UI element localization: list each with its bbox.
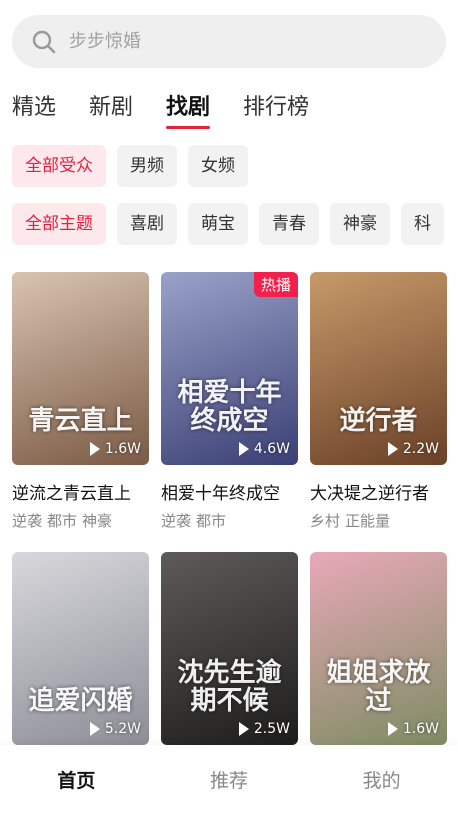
play-count-value: 5.2W: [104, 721, 141, 737]
poster-title-art: 相爱十年终成空: [177, 378, 282, 436]
drama-card[interactable]: 追爱闪婚 5.2W: [12, 552, 149, 745]
tab-xinju[interactable]: 新剧: [89, 92, 133, 124]
poster-title-art: 沈先生逾期不候: [177, 658, 282, 716]
drama-tags: 乡村 正能量: [310, 510, 447, 531]
filter-tycoon[interactable]: 神豪: [330, 203, 390, 245]
play-count: 2.2W: [387, 441, 439, 457]
play-icon: [387, 722, 398, 736]
drama-tag: 逆袭: [12, 512, 43, 530]
poster-title-art: 姐姐求放过: [326, 658, 431, 716]
nav-recommend[interactable]: 推荐: [153, 766, 305, 793]
hot-badge: 热播: [253, 272, 298, 297]
drama-tag: 神豪: [82, 512, 113, 530]
drama-tags: 逆袭 都市 神豪: [12, 510, 149, 531]
filter-scifi[interactable]: 科: [401, 203, 444, 245]
filter-youth[interactable]: 青春: [259, 203, 319, 245]
filter-male[interactable]: 男频: [117, 145, 177, 187]
drama-tag: 乡村: [310, 512, 341, 530]
play-count-value: 2.5W: [253, 721, 290, 737]
filter-comedy[interactable]: 喜剧: [117, 203, 177, 245]
drama-poster: 青云直上 1.6W: [12, 272, 149, 465]
play-icon: [238, 722, 249, 736]
theme-filter: 全部主题 喜剧 萌宝 青春 神豪 科: [12, 203, 458, 245]
drama-poster: 热播 相爱十年终成空 4.6W: [161, 272, 298, 465]
poster-title-art: 追爱闪婚: [28, 686, 133, 716]
drama-poster: 沈先生逾期不候 2.5W: [161, 552, 298, 745]
drama-title: 大决堤之逆行者: [310, 484, 429, 504]
poster-title-art: 逆行者: [339, 406, 418, 436]
nav-home[interactable]: 首页: [0, 766, 152, 793]
play-count: 1.6W: [387, 721, 439, 737]
drama-tag: 都市: [196, 512, 227, 530]
drama-card[interactable]: 姐姐求放过 1.6W: [310, 552, 447, 745]
drama-title: 相爱十年终成空: [161, 484, 280, 504]
drama-card[interactable]: 逆行者 2.2W 大决堤之逆行者 乡村 正能量: [310, 272, 447, 531]
poster-title-art: 青云直上: [28, 406, 133, 436]
drama-card[interactable]: 热播 相爱十年终成空 4.6W 相爱十年终成空 逆袭 都市: [161, 272, 298, 531]
filter-female[interactable]: 女频: [188, 145, 248, 187]
search-bar[interactable]: [12, 15, 446, 68]
drama-card[interactable]: 沈先生逾期不候 2.5W: [161, 552, 298, 745]
play-count-value: 4.6W: [253, 441, 290, 457]
filter-all-themes[interactable]: 全部主题: [12, 203, 106, 245]
play-count-value: 1.6W: [104, 441, 141, 457]
filter-all-audience[interactable]: 全部受众: [12, 145, 106, 187]
top-tabs: 精选 新剧 找剧 排行榜: [12, 92, 342, 129]
drama-poster: 逆行者 2.2W: [310, 272, 447, 465]
drama-poster: 追爱闪婚 5.2W: [12, 552, 149, 745]
drama-tags: 逆袭 都市: [161, 510, 298, 531]
play-count: 1.6W: [89, 441, 141, 457]
play-count: 4.6W: [238, 441, 290, 457]
play-count: 2.5W: [238, 721, 290, 737]
play-icon: [238, 442, 249, 456]
search-input[interactable]: [67, 30, 391, 53]
drama-tag: 都市: [47, 512, 78, 530]
tab-zhaoju[interactable]: 找剧: [166, 92, 211, 129]
play-count-value: 2.2W: [402, 441, 439, 457]
filter-cute-baby[interactable]: 萌宝: [188, 203, 248, 245]
bottom-nav: 首页 推荐 我的: [0, 745, 458, 813]
drama-tag: 正能量: [345, 512, 391, 530]
play-icon: [89, 442, 100, 456]
tab-jingxuan[interactable]: 精选: [12, 92, 56, 124]
play-count-value: 1.6W: [402, 721, 439, 737]
drama-card[interactable]: 青云直上 1.6W 逆流之青云直上 逆袭 都市 神豪: [12, 272, 149, 531]
drama-poster: 姐姐求放过 1.6W: [310, 552, 447, 745]
play-icon: [89, 722, 100, 736]
play-count: 5.2W: [89, 721, 141, 737]
audience-filter: 全部受众 男频 女频: [12, 145, 259, 187]
tab-paihangbang[interactable]: 排行榜: [243, 92, 309, 124]
nav-mine[interactable]: 我的: [306, 766, 458, 793]
drama-title: 逆流之青云直上: [12, 484, 131, 504]
drama-tag: 逆袭: [161, 512, 192, 530]
play-icon: [387, 442, 398, 456]
search-icon: [32, 30, 56, 53]
